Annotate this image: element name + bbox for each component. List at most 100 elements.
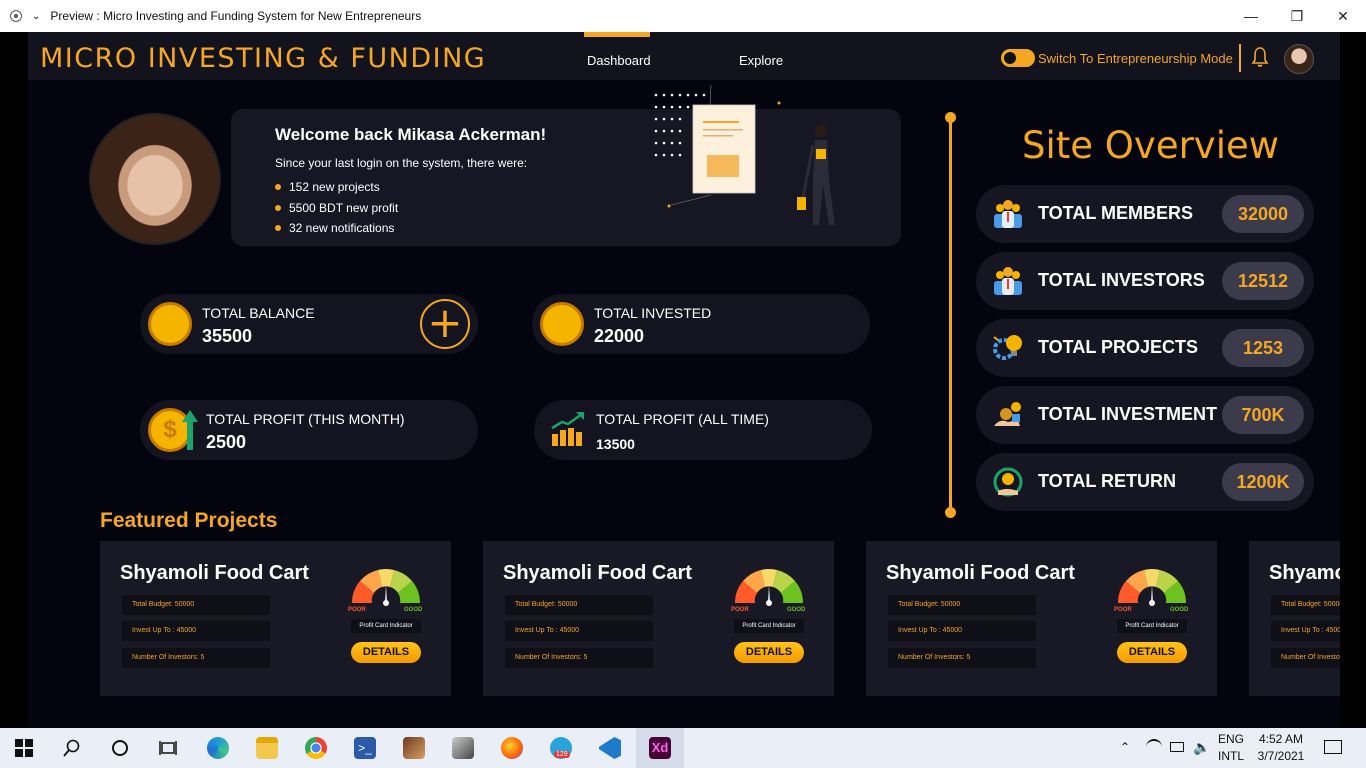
project-invest-limit: Invest Up To : 45000 (1271, 621, 1340, 641)
game-app-icon-2[interactable] (439, 728, 487, 768)
profit-gauge: POOR GOOD (731, 569, 806, 613)
welcome-card: Welcome back Mikasa Ackerman! Since your… (231, 85, 901, 246)
project-card[interactable]: Shyamoli Food Cart Total Budget: 50000 I… (100, 541, 451, 696)
taskbar: >_ 129 Xd ⌃ 🔈 ENG INTL 4:52 AM 3/7/2021 (0, 728, 1366, 768)
divider-dot (945, 112, 956, 123)
clock[interactable]: 4:52 AM 3/7/2021 (1256, 731, 1306, 765)
project-budget: Total Budget: 50000 (122, 595, 270, 615)
task-view-icon[interactable] (144, 728, 192, 768)
nav-explore[interactable]: Explore (739, 53, 783, 68)
lang-bottom: INTL (1218, 749, 1245, 763)
chevron-down-icon[interactable]: ⌄ (32, 11, 40, 22)
overview-label: TOTAL PROJECTS (1038, 337, 1199, 357)
adobe-xd-icon[interactable]: Xd (636, 728, 684, 768)
total-profit-alltime-card: TOTAL PROFIT (ALL TIME) 13500 (534, 400, 872, 460)
gauge-poor-label: POOR (731, 607, 749, 613)
cortana-icon[interactable] (96, 728, 144, 768)
gear-bulb-icon (993, 335, 1022, 360)
bell-icon[interactable] (1251, 46, 1269, 68)
overview-label: TOTAL MEMBERS (1038, 203, 1194, 223)
active-tab-indicator (584, 32, 650, 37)
stat-value: 35500 (202, 326, 253, 346)
show-hidden-icons[interactable]: ⌃ (1120, 740, 1130, 754)
minimize-button[interactable]: — (1228, 0, 1274, 32)
stat-label: TOTAL PROFIT (THIS MONTH) (206, 411, 405, 427)
gauge-good-label: GOOD (1170, 607, 1189, 613)
file-explorer-icon[interactable] (243, 728, 291, 768)
record-icon[interactable] (10, 10, 22, 22)
mode-toggle[interactable] (1001, 49, 1035, 67)
project-budget: Total Budget: 50000 (1271, 595, 1340, 615)
window-border-left (0, 32, 28, 728)
window-border-right (1340, 32, 1366, 728)
vscode-icon[interactable] (586, 728, 634, 768)
overview-label: TOTAL RETURN (1038, 471, 1176, 491)
clock-time: 4:52 AM (1258, 732, 1304, 746)
project-card[interactable]: Shyamoli Food Cart Total Budget: 50000 I… (1249, 541, 1340, 696)
people-icon (994, 200, 1022, 228)
window-titlebar: ⌄ Preview : Micro Investing and Funding … (0, 0, 1366, 32)
gauge-good-label: GOOD (787, 607, 806, 613)
input-language[interactable]: ENG INTL (1218, 731, 1244, 765)
mode-switch-label[interactable]: Switch To Entrepreneurship Mode (1038, 51, 1233, 66)
list-item: 5500 BDT new profit (275, 198, 398, 219)
gauge-poor-label: POOR (348, 607, 366, 613)
overview-value: 700K (1222, 396, 1304, 434)
project-invest-limit: Invest Up To : 45000 (122, 621, 270, 641)
profit-gauge: POOR GOOD (348, 569, 423, 613)
windows-start-icon[interactable] (0, 728, 48, 768)
overview-value: 1253 (1222, 329, 1304, 367)
nav-dashboard[interactable]: Dashboard (587, 53, 651, 68)
project-invest-limit: Invest Up To : 45000 (888, 621, 1036, 641)
edge-icon[interactable] (194, 728, 242, 768)
telegram-icon[interactable]: 129 (537, 728, 585, 768)
firefox-icon[interactable] (488, 728, 536, 768)
add-balance-button[interactable]: + (420, 299, 470, 349)
profit-gauge: POOR GOOD (1114, 569, 1189, 613)
project-card[interactable]: Shyamoli Food Cart Total Budget: 50000 I… (866, 541, 1217, 696)
powershell-icon[interactable]: >_ (341, 728, 389, 768)
overview-value: 12512 (1222, 262, 1304, 300)
project-investors: Number Of Investors: 5 (888, 648, 1036, 668)
arrow-up-icon (182, 410, 198, 450)
battery-icon[interactable] (1170, 742, 1184, 752)
profile-photo (89, 113, 221, 245)
money-return-icon (993, 467, 1023, 497)
project-name: Shyamoli Food Cart (886, 562, 1075, 584)
notification-icon[interactable] (1324, 740, 1342, 754)
details-button[interactable]: DETAILS (734, 642, 804, 663)
welcome-list: 152 new projects 5500 BDT new profit 32 … (275, 177, 398, 239)
toggle-knob (1004, 52, 1016, 64)
money-bag-icon (994, 402, 1021, 426)
restore-button[interactable]: ❐ (1274, 0, 1320, 32)
overview-row-investors: TOTAL INVESTORS 12512 (976, 252, 1314, 310)
overview-row-investment: TOTAL INVESTMENT 700K (976, 386, 1314, 444)
profit-indicator-label: Profit Card Indicator (734, 619, 804, 633)
stat-value: 13500 (596, 436, 635, 452)
list-item: 32 new notifications (275, 218, 398, 239)
overview-row-projects: TOTAL PROJECTS 1253 (976, 319, 1314, 377)
overview-value: 32000 (1222, 195, 1304, 233)
stat-value: 2500 (206, 432, 247, 452)
chrome-icon[interactable] (292, 728, 340, 768)
details-button[interactable]: DETAILS (351, 642, 421, 663)
network-icon[interactable] (1146, 739, 1162, 755)
project-card[interactable]: Shyamoli Food Cart Total Budget: 50000 I… (483, 541, 834, 696)
volume-icon[interactable]: 🔈 (1193, 739, 1210, 756)
stat-label: TOTAL PROFIT (ALL TIME) (596, 411, 769, 427)
featured-projects-title: Featured Projects (100, 509, 278, 532)
total-profit-month-card: $ TOTAL PROFIT (THIS MONTH) 2500 (140, 400, 478, 460)
gauge-poor-label: POOR (1114, 607, 1132, 613)
list-item: 152 new projects (275, 177, 398, 198)
details-button[interactable]: DETAILS (1117, 642, 1187, 663)
user-avatar[interactable] (1284, 44, 1314, 74)
people-icon (994, 267, 1022, 295)
project-budget: Total Budget: 50000 (888, 595, 1036, 615)
game-app-icon[interactable] (390, 728, 438, 768)
project-investors: Number Of Investors: 5 (505, 648, 653, 668)
lang-top: ENG (1218, 732, 1245, 746)
total-invested-card: TOTAL INVESTED 22000 (532, 294, 870, 354)
close-button[interactable]: ✕ (1320, 0, 1366, 32)
stat-label: TOTAL INVESTED (594, 305, 712, 321)
search-icon[interactable] (48, 728, 96, 768)
